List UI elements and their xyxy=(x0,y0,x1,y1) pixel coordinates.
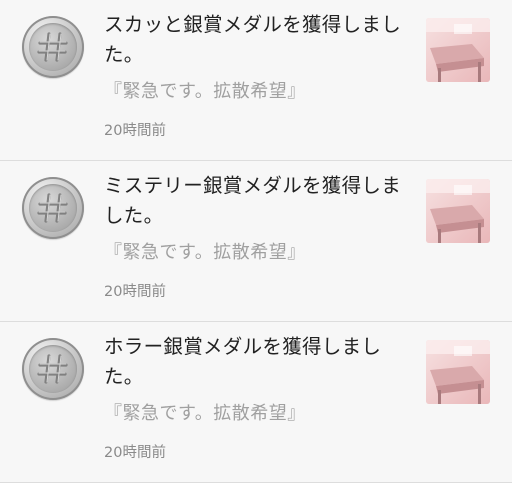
silver-medal-icon xyxy=(22,16,84,78)
notification-snippet: 『緊急です。拡散希望』 xyxy=(104,81,306,102)
notification-snippet: 『緊急です。拡散希望』 xyxy=(104,403,306,424)
silver-medal-icon xyxy=(22,338,84,400)
silver-medal-icon xyxy=(22,177,84,239)
notification-title: スカッと銀賞メダルを獲得しました。 xyxy=(104,13,402,66)
notification-time: 20時間前 xyxy=(104,123,166,139)
notification-time: 20時間前 xyxy=(104,284,166,300)
classroom-thumbnail[interactable] xyxy=(426,18,490,82)
notification-time: 20時間前 xyxy=(104,445,166,461)
notification-title: ホラー銀賞メダルを獲得しました。 xyxy=(104,335,382,388)
notification-snippet: 『緊急です。拡散希望』 xyxy=(104,242,306,263)
divider xyxy=(0,160,512,161)
notification-item[interactable]: ミステリー銀賞メダルを獲得しました。 『緊急です。拡散希望』 20時間前 xyxy=(0,161,512,321)
notification-item[interactable]: スカッと銀賞メダルを獲得しました。 『緊急です。拡散希望』 20時間前 xyxy=(0,0,512,160)
divider xyxy=(0,321,512,322)
notification-title: ミステリー銀賞メダルを獲得しました。 xyxy=(104,174,402,227)
notification-list: スカッと銀賞メダルを獲得しました。 『緊急です。拡散希望』 20時間前 ミステリ… xyxy=(0,0,512,483)
classroom-thumbnail[interactable] xyxy=(426,340,490,404)
notification-item[interactable]: ホラー銀賞メダルを獲得しました。 『緊急です。拡散希望』 20時間前 xyxy=(0,322,512,482)
classroom-thumbnail[interactable] xyxy=(426,179,490,243)
